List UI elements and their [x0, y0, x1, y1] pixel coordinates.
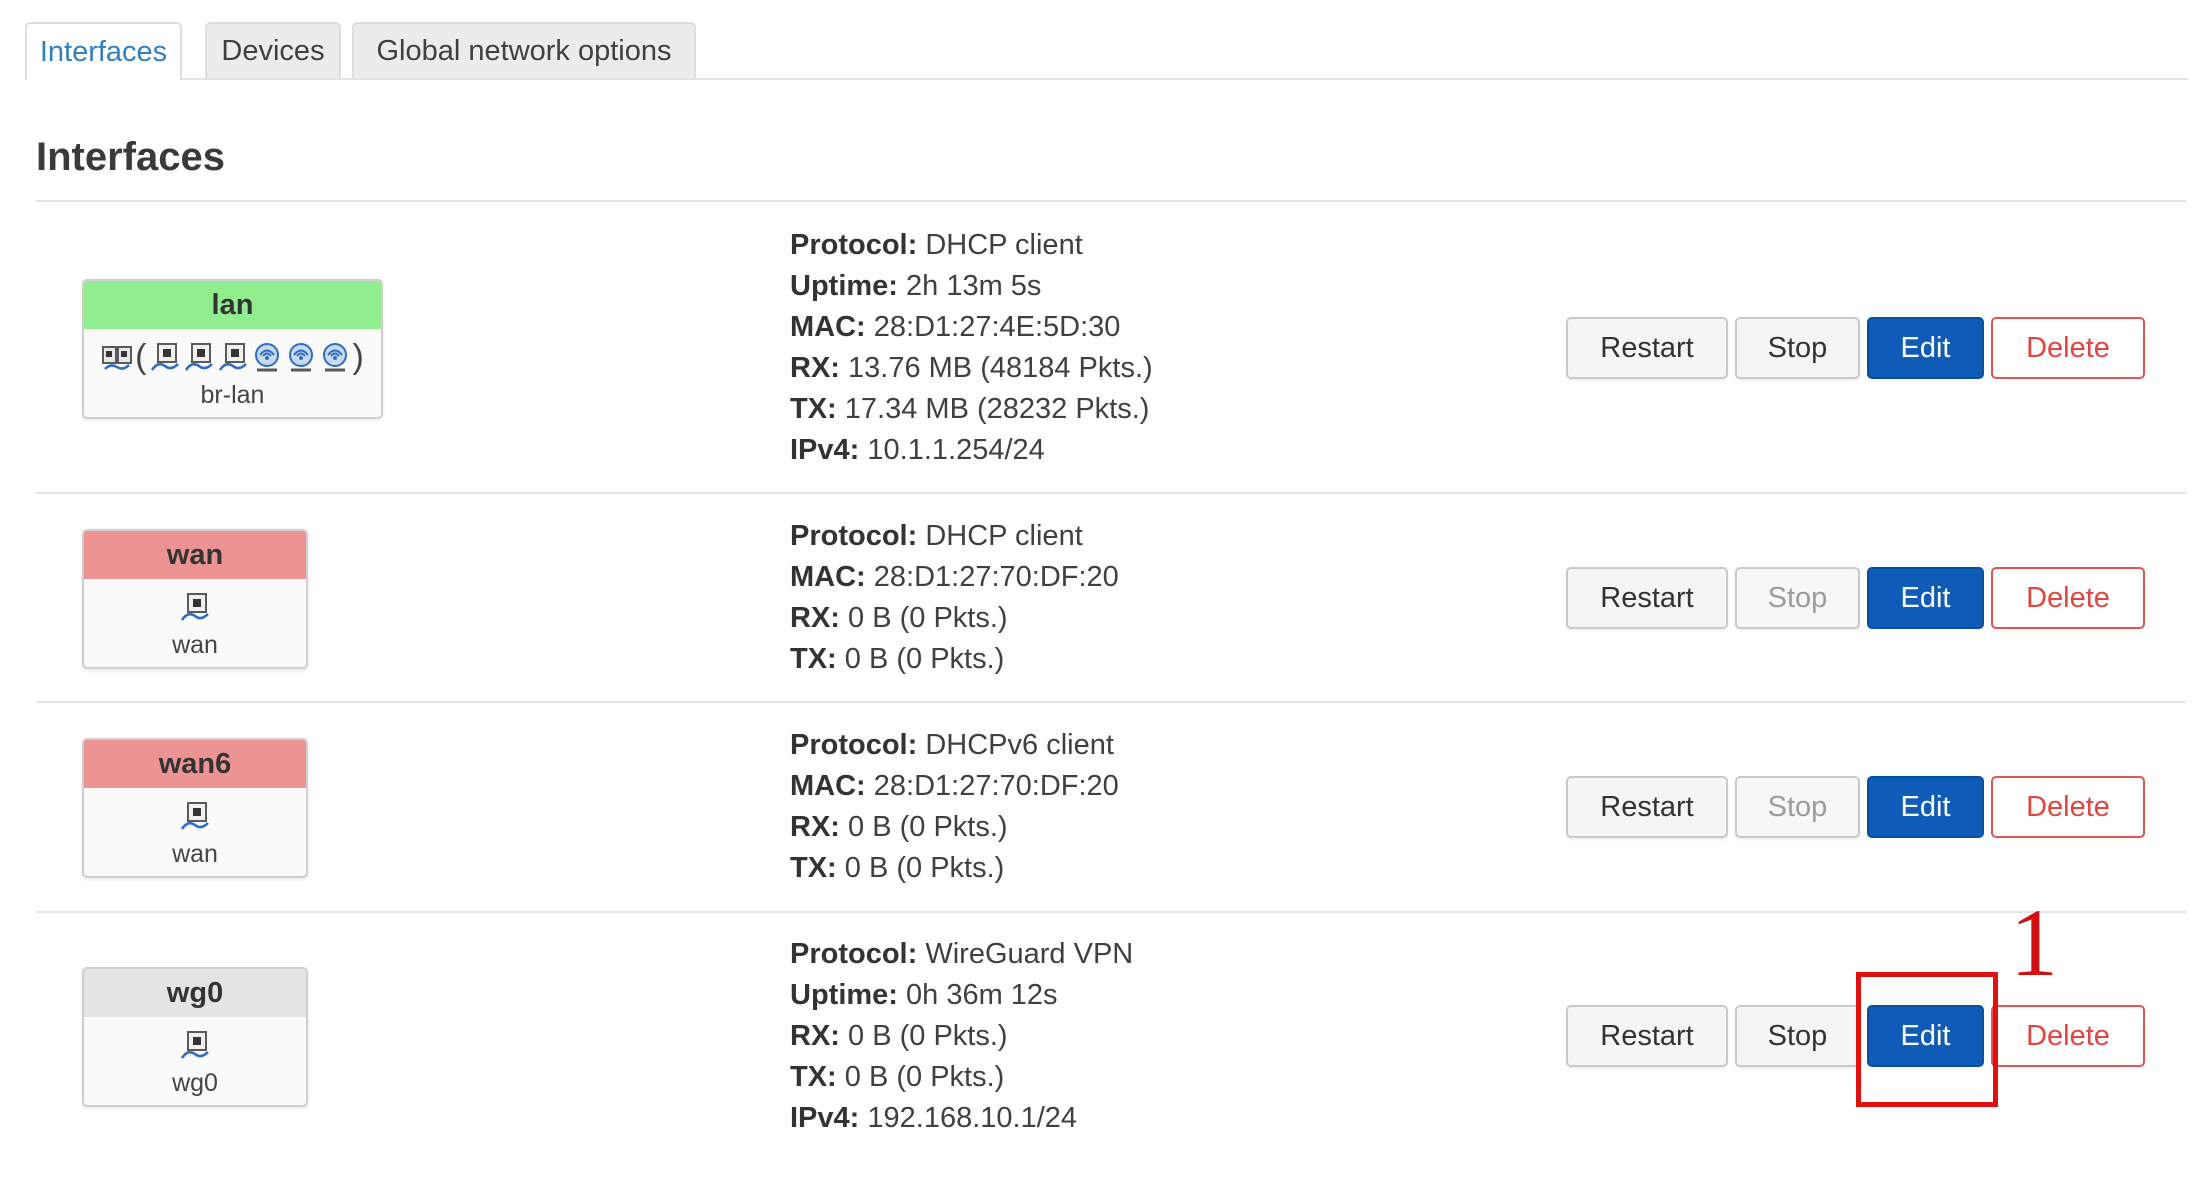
info-line: Protocol: WireGuard VPN — [790, 938, 1134, 970]
restart-button[interactable]: Restart — [1566, 1005, 1728, 1067]
paren-close: ) — [352, 338, 364, 376]
interface-info-lan: Protocol: DHCP client Uptime: 2h 13m 5s … — [790, 225, 1153, 471]
delete-button[interactable]: Delete — [1991, 317, 2145, 379]
device-name: wg0 — [172, 1069, 218, 1097]
ethernet-port-icon — [179, 591, 211, 623]
device-icons: ( ) — [84, 335, 381, 379]
ethernet-port-icon — [183, 341, 215, 373]
info-line: TX: 17.34 MB (28232 Pkts.) — [790, 393, 1150, 425]
device-icons — [84, 585, 306, 629]
info-line: IPv4: 192.168.10.1/24 — [790, 1102, 1078, 1134]
device-icons — [84, 794, 306, 838]
stop-button[interactable]: Stop — [1735, 776, 1860, 838]
info-line: Protocol: DHCP client — [790, 229, 1083, 261]
info-line: Protocol: DHCP client — [790, 520, 1083, 552]
info-line: MAC: 28:D1:27:70:DF:20 — [790, 561, 1119, 593]
stop-button[interactable]: Stop — [1735, 1005, 1860, 1067]
divider — [36, 492, 2186, 494]
interface-info-wan: Protocol: DHCP client MAC: 28:D1:27:70:D… — [790, 516, 1119, 680]
stop-button[interactable]: Stop — [1735, 567, 1860, 629]
info-line: Uptime: 0h 36m 12s — [790, 979, 1058, 1011]
info-line: TX: 0 B (0 Pkts.) — [790, 643, 1005, 675]
interface-badge-wg0: wg0 wg0 — [82, 967, 308, 1107]
ethernet-port-icon — [179, 800, 211, 832]
tab-devices[interactable]: Devices — [205, 22, 341, 78]
info-line: RX: 0 B (0 Pkts.) — [790, 602, 1008, 634]
device-name: wan — [172, 631, 218, 659]
tab-interfaces[interactable]: Interfaces — [25, 22, 182, 80]
info-line: RX: 0 B (0 Pkts.) — [790, 811, 1008, 843]
info-line: RX: 0 B (0 Pkts.) — [790, 1020, 1008, 1052]
bridge-icon — [101, 341, 133, 373]
annotation-highlight-box — [1856, 972, 1998, 1107]
stop-button[interactable]: Stop — [1735, 317, 1860, 379]
info-line: Uptime: 2h 13m 5s — [790, 270, 1042, 302]
edit-button[interactable]: Edit — [1867, 776, 1984, 838]
divider — [36, 200, 2186, 202]
info-line: TX: 0 B (0 Pkts.) — [790, 1061, 1005, 1093]
restart-button[interactable]: Restart — [1566, 776, 1728, 838]
annotation-number: 1 — [2010, 889, 2058, 996]
info-line: IPv4: 10.1.1.254/24 — [790, 434, 1045, 466]
interface-name: wan — [84, 531, 306, 579]
tab-bar: Interfaces Devices Global network option… — [25, 22, 2188, 80]
device-name: wan — [172, 840, 218, 868]
restart-button[interactable]: Restart — [1566, 317, 1728, 379]
interface-badge-wan: wan wan — [82, 529, 308, 669]
interface-name: wan6 — [84, 740, 306, 788]
device-icons — [84, 1023, 306, 1067]
info-line: TX: 0 B (0 Pkts.) — [790, 852, 1005, 884]
interface-badge-wan6: wan6 wan — [82, 738, 308, 878]
page-title: Interfaces — [36, 135, 225, 179]
wifi-icon — [285, 341, 317, 373]
delete-button[interactable]: Delete — [1991, 1005, 2145, 1067]
ethernet-port-icon — [217, 341, 249, 373]
interface-name: wg0 — [84, 969, 306, 1017]
delete-button[interactable]: Delete — [1991, 776, 2145, 838]
edit-button[interactable]: Edit — [1867, 317, 1984, 379]
info-line: MAC: 28:D1:27:4E:5D:30 — [790, 311, 1121, 343]
paren-open: ( — [135, 338, 147, 376]
edit-button[interactable]: Edit — [1867, 567, 1984, 629]
divider — [36, 701, 2186, 703]
restart-button[interactable]: Restart — [1566, 567, 1728, 629]
wifi-icon — [319, 341, 351, 373]
ethernet-port-icon — [179, 1029, 211, 1061]
info-line: MAC: 28:D1:27:70:DF:20 — [790, 770, 1119, 802]
interface-info-wg0: Protocol: WireGuard VPN Uptime: 0h 36m 1… — [790, 934, 1133, 1139]
ethernet-port-icon — [149, 341, 181, 373]
interface-badge-lan: lan ( ) br-lan — [82, 279, 383, 419]
interface-info-wan6: Protocol: DHCPv6 client MAC: 28:D1:27:70… — [790, 725, 1119, 889]
interface-name: lan — [84, 281, 381, 329]
device-name: br-lan — [200, 381, 265, 409]
info-line: Protocol: DHCPv6 client — [790, 729, 1114, 761]
divider — [36, 911, 2186, 913]
info-line: RX: 13.76 MB (48184 Pkts.) — [790, 352, 1153, 384]
wifi-icon — [251, 341, 283, 373]
delete-button[interactable]: Delete — [1991, 567, 2145, 629]
tab-global-network-options[interactable]: Global network options — [352, 22, 696, 78]
